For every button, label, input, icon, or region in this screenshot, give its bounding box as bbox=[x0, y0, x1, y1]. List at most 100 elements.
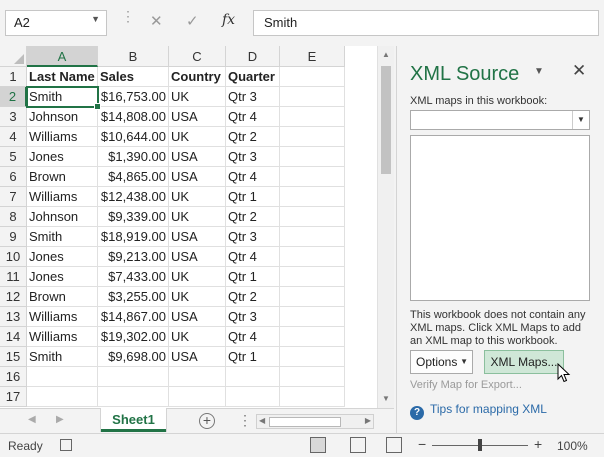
cell-a8[interactable]: Johnson bbox=[27, 207, 98, 227]
row-header[interactable]: 10 bbox=[0, 247, 27, 267]
cell-c12[interactable]: UK bbox=[169, 287, 226, 307]
xml-maps-select[interactable]: ▼ bbox=[410, 110, 590, 130]
cell-a5[interactable]: Jones bbox=[27, 147, 98, 167]
xml-map-tree[interactable] bbox=[410, 135, 590, 301]
cell-a10[interactable]: Jones bbox=[27, 247, 98, 267]
row-header[interactable]: 14 bbox=[0, 327, 27, 347]
row-header[interactable]: 1 bbox=[0, 67, 27, 87]
task-pane-options-icon[interactable]: ▼ bbox=[534, 66, 544, 77]
cell-a14[interactable]: Williams bbox=[27, 327, 98, 347]
cell-c5[interactable]: USA bbox=[169, 147, 226, 167]
cell-e4[interactable] bbox=[280, 127, 345, 147]
cell-a1[interactable]: Last Name bbox=[27, 67, 98, 87]
cell-b6[interactable]: $4,865.00 bbox=[98, 167, 169, 187]
page-break-view-icon[interactable] bbox=[386, 437, 402, 453]
grip-icon[interactable]: ⋮ bbox=[121, 9, 135, 23]
cell-e1[interactable] bbox=[280, 67, 345, 87]
cell-d7[interactable]: Qtr 1 bbox=[226, 187, 280, 207]
cell-b1[interactable]: Sales bbox=[98, 67, 169, 87]
cell-b8[interactable]: $9,339.00 bbox=[98, 207, 169, 227]
prev-sheet-icon[interactable]: ◀ bbox=[28, 414, 36, 425]
cell-b9[interactable]: $18,919.00 bbox=[98, 227, 169, 247]
normal-view-icon[interactable] bbox=[310, 437, 326, 453]
row-header[interactable]: 13 bbox=[0, 307, 27, 327]
cell-a13[interactable]: Williams bbox=[27, 307, 98, 327]
cell-c14[interactable]: UK bbox=[169, 327, 226, 347]
cell-b15[interactable]: $9,698.00 bbox=[98, 347, 169, 367]
cell-a3[interactable]: Johnson bbox=[27, 107, 98, 127]
cell-b14[interactable]: $19,302.00 bbox=[98, 327, 169, 347]
column-header-a[interactable]: A bbox=[27, 46, 98, 67]
cell-b11[interactable]: $7,433.00 bbox=[98, 267, 169, 287]
cell-a4[interactable]: Williams bbox=[27, 127, 98, 147]
cell-c3[interactable]: USA bbox=[169, 107, 226, 127]
cell-a11[interactable]: Jones bbox=[27, 267, 98, 287]
cell-d16[interactable] bbox=[226, 367, 280, 387]
cell-e3[interactable] bbox=[280, 107, 345, 127]
column-header-d[interactable]: D bbox=[226, 46, 280, 67]
cell-e11[interactable] bbox=[280, 267, 345, 287]
cell-d10[interactable]: Qtr 4 bbox=[226, 247, 280, 267]
cell-b12[interactable]: $3,255.00 bbox=[98, 287, 169, 307]
row-header[interactable]: 16 bbox=[0, 367, 27, 387]
help-link[interactable]: ? Tips for mapping XML bbox=[410, 402, 547, 420]
cancel-icon[interactable]: ✕ bbox=[150, 12, 163, 30]
name-box[interactable]: A2 ▼ bbox=[5, 10, 107, 36]
xml-maps-button[interactable]: XML Maps... bbox=[484, 350, 564, 374]
cell-e8[interactable] bbox=[280, 207, 345, 227]
cell-c15[interactable]: USA bbox=[169, 347, 226, 367]
cell-d8[interactable]: Qtr 2 bbox=[226, 207, 280, 227]
options-button[interactable]: Options ▼ bbox=[410, 350, 473, 374]
cell-a7[interactable]: Williams bbox=[27, 187, 98, 207]
cell-a16[interactable] bbox=[27, 367, 98, 387]
cell-b16[interactable] bbox=[98, 367, 169, 387]
formula-input[interactable]: Smith bbox=[253, 10, 599, 36]
cell-b17[interactable] bbox=[98, 387, 169, 407]
cell-b10[interactable]: $9,213.00 bbox=[98, 247, 169, 267]
cell-b5[interactable]: $1,390.00 bbox=[98, 147, 169, 167]
zoom-level[interactable]: 100% bbox=[557, 439, 588, 453]
vertical-scrollbar[interactable]: ▲ ▼ bbox=[377, 46, 394, 408]
cell-d14[interactable]: Qtr 4 bbox=[226, 327, 280, 347]
cell-e16[interactable] bbox=[280, 367, 345, 387]
zoom-slider-knob[interactable] bbox=[478, 439, 482, 451]
vertical-scroll-thumb[interactable] bbox=[381, 66, 391, 174]
horizontal-scroll-thumb[interactable] bbox=[269, 417, 341, 427]
select-all-button[interactable] bbox=[0, 46, 27, 67]
cell-d1[interactable]: Quarter bbox=[226, 67, 280, 87]
cell-c9[interactable]: USA bbox=[169, 227, 226, 247]
column-header-b[interactable]: B bbox=[98, 46, 169, 67]
row-header[interactable]: 5 bbox=[0, 147, 27, 167]
row-header[interactable]: 3 bbox=[0, 107, 27, 127]
column-header-c[interactable]: C bbox=[169, 46, 226, 67]
cell-e15[interactable] bbox=[280, 347, 345, 367]
cell-e14[interactable] bbox=[280, 327, 345, 347]
cell-d2[interactable]: Qtr 3 bbox=[226, 87, 280, 107]
cell-c1[interactable]: Country bbox=[169, 67, 226, 87]
cell-c7[interactable]: UK bbox=[169, 187, 226, 207]
cell-b7[interactable]: $12,438.00 bbox=[98, 187, 169, 207]
cell-d3[interactable]: Qtr 4 bbox=[226, 107, 280, 127]
horizontal-scrollbar[interactable]: ◀ ▶ bbox=[256, 414, 374, 429]
cell-e7[interactable] bbox=[280, 187, 345, 207]
cell-e12[interactable] bbox=[280, 287, 345, 307]
scroll-up-icon[interactable]: ▲ bbox=[382, 50, 390, 59]
cell-a12[interactable]: Brown bbox=[27, 287, 98, 307]
cell-c4[interactable]: UK bbox=[169, 127, 226, 147]
cell-d12[interactable]: Qtr 2 bbox=[226, 287, 280, 307]
cell-e9[interactable] bbox=[280, 227, 345, 247]
row-header[interactable]: 7 bbox=[0, 187, 27, 207]
cell-c11[interactable]: UK bbox=[169, 267, 226, 287]
row-header[interactable]: 15 bbox=[0, 347, 27, 367]
cell-a17[interactable] bbox=[27, 387, 98, 407]
zoom-in-button[interactable]: + bbox=[534, 436, 542, 452]
cell-b2[interactable]: $16,753.00 bbox=[98, 87, 169, 107]
scroll-right-icon[interactable]: ▶ bbox=[365, 416, 371, 425]
row-header[interactable]: 12 bbox=[0, 287, 27, 307]
spreadsheet-grid[interactable]: A B C D E 1 Last Name Sales Country Quarter 2 Smith… bbox=[0, 46, 377, 408]
add-sheet-icon[interactable]: + bbox=[199, 413, 215, 429]
verify-map-link[interactable]: Verify Map for Export... bbox=[410, 379, 522, 391]
cell-e2[interactable] bbox=[280, 87, 345, 107]
cell-c17[interactable] bbox=[169, 387, 226, 407]
chevron-down-icon[interactable]: ▼ bbox=[91, 14, 100, 24]
